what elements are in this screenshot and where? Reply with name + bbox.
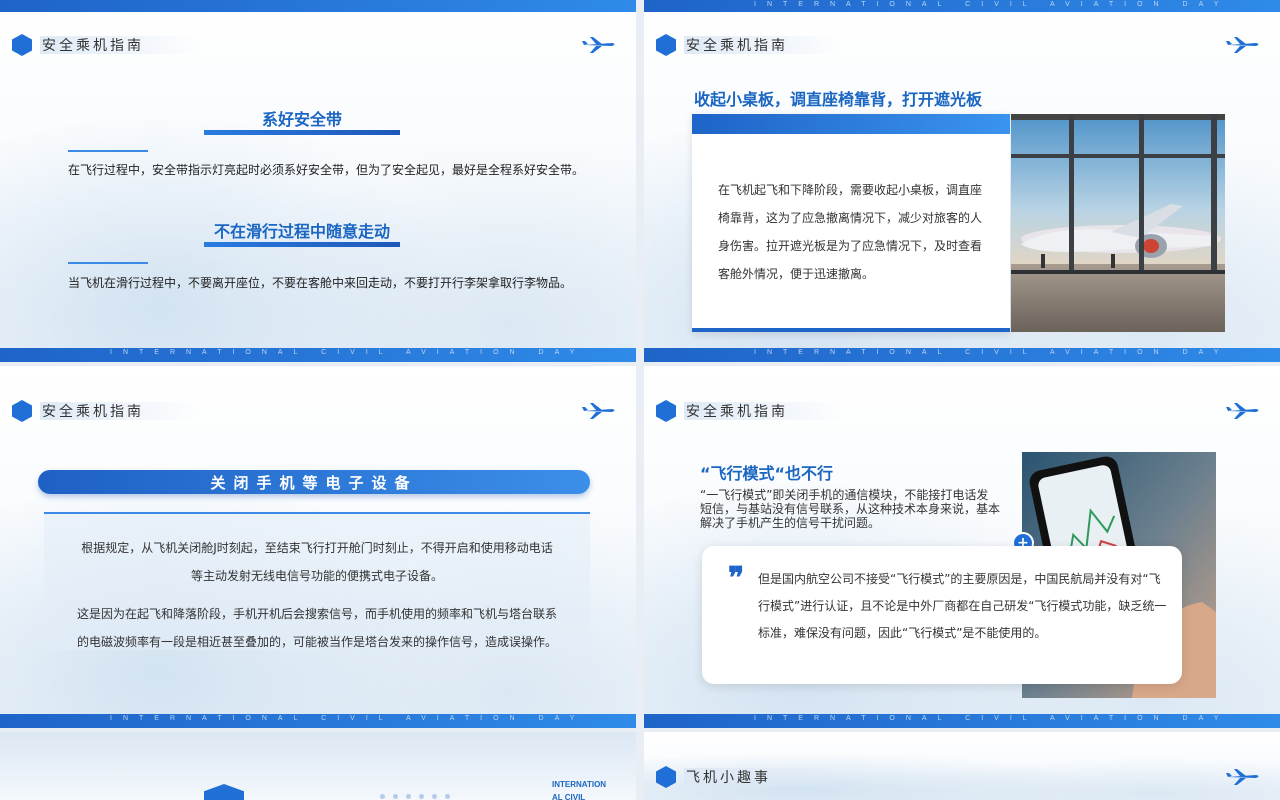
cover-corner-text: INTERNATION AL CIVIL <box>552 780 607 800</box>
airplane-icon <box>1226 37 1259 53</box>
airplane-icon <box>1226 769 1259 785</box>
para2-line2: 的电磁波频率有一段是相近甚至叠加的，可能被当作是塔台发来的操作信号，造成误操作。 <box>76 635 557 649</box>
airplane-icon <box>582 403 615 419</box>
no-walking-text: 当飞机在滑行过程中，不要离开座位，不要在客舱中来回走动，不要打开行李架拿取行李物… <box>68 276 573 290</box>
section-title: 安全乘机指南 <box>42 404 144 420</box>
slide-seatbelt[interactable]: 安全乘机指南 系好安全带 在飞行过程中，安全带指示灯亮起时必须系好安全带，但为了… <box>0 0 636 362</box>
slide-electronics[interactable]: 安全乘机指南 关闭手机等电子设备 根据规定，从飞机关闭舱J时刻起，至结束飞行打开… <box>0 366 636 728</box>
heading-underline <box>204 130 400 135</box>
hexagon-icon <box>12 400 32 422</box>
hexagon-icon <box>656 34 676 56</box>
quote-icon: ❞ <box>728 561 745 596</box>
airplane-icon <box>1226 403 1259 419</box>
para1-line2: 等主动发射无线电信号功能的便携式电子设备。 <box>190 569 443 583</box>
accent-line <box>68 150 148 152</box>
heading-pill: 关闭手机等电子设备 <box>38 470 590 494</box>
tray-table-text: 在飞机起飞和下降阶段，需要收起小桌板，调直座椅靠背，这为了应急撤离情况下，减少对… <box>718 183 983 281</box>
section-title: 安全乘机指南 <box>42 38 144 54</box>
slide-header: 飞机小趣事 <box>656 766 771 788</box>
bottom-banner: INTERNATIONAL CIVIL AVIATION DAY <box>644 348 1280 362</box>
card-stripe <box>692 114 1010 134</box>
hexagon-icon <box>656 766 676 788</box>
bottom-banner: INTERNATIONAL CIVIL AVIATION DAY <box>644 714 1280 728</box>
heading-no-walking: 不在滑行过程中随意走动 <box>213 222 390 241</box>
section-title: 安全乘机指南 <box>686 404 788 420</box>
airport-window-photo <box>1011 114 1225 332</box>
bottom-banner: INTERNATIONAL CIVIL AVIATION DAY <box>0 714 636 728</box>
slide-header: 安全乘机指南 <box>12 400 144 422</box>
hexagon-icon <box>656 400 676 422</box>
pagination-dots <box>380 794 450 799</box>
airplane-icon <box>582 37 615 53</box>
heading-seatbelt: 系好安全带 <box>261 110 342 129</box>
accent-line <box>68 262 148 264</box>
heading-underline <box>204 242 400 247</box>
quote-card: ❞ 但是国内航空公司不接受“飞行模式”的主要原因是，中国民航局并没有对“飞行模式… <box>702 546 1182 684</box>
section-title: 飞机小趣事 <box>686 770 771 786</box>
top-banner: INTERNATIONAL CIVIL AVIATION DAY <box>644 0 1280 12</box>
heading-flight-mode: “飞行模式“也不行 <box>700 464 834 483</box>
text-card: 在飞机起飞和下降阶段，需要收起小桌板，调直座椅靠背，这为了应急撤离情况下，减少对… <box>692 114 1010 332</box>
heading-tray-table: 收起小桌板，调直座椅靠背，打开遮光板 <box>694 90 983 109</box>
slide-header: 安全乘机指南 <box>12 34 144 56</box>
slide-tray-table[interactable]: INTERNATIONAL CIVIL AVIATION DAY 安全乘机指南 … <box>644 0 1280 362</box>
para1-line1: 根据规定，从飞机关闭舱J时刻起，至结束飞行打开舱门时刻止，不得开启和使用移动电话 <box>81 541 553 555</box>
seatbelt-text: 在飞行过程中，安全带指示灯亮起时必须系好安全带，但为了安全起见，最好是全程系好安… <box>68 163 585 177</box>
hexagon-icon <box>12 34 32 56</box>
flight-mode-subtext: “一飞行模式”即关闭手机的通信模块，不能接打电话发短信，与基站没有信号联系，从这… <box>700 488 1001 530</box>
electronics-text-box: 根据规定，从飞机关闭舱J时刻起，至结束飞行打开舱门时刻止，不得开启和使用移动电话… <box>44 512 590 650</box>
card-stripe <box>692 328 1010 332</box>
top-banner <box>0 0 636 12</box>
slide-airplane-trivia[interactable]: 飞机小趣事 <box>644 732 1280 800</box>
slide-header: 安全乘机指南 <box>656 400 788 422</box>
quote-text: 但是国内航空公司不接受“飞行模式”的主要原因是，中国民航局并没有对“飞行模式”进… <box>758 572 1167 640</box>
section-title: 安全乘机指南 <box>686 38 788 54</box>
para2-line1: 这是因为在起飞和降落阶段，手机开机后会搜索信号，而手机使用的频率和飞机与塔台联系 <box>76 607 557 621</box>
cover-background <box>0 732 636 800</box>
slide-partial-cover[interactable]: INTERNATION AL CIVIL <box>0 732 636 800</box>
slide-header: 安全乘机指南 <box>656 34 788 56</box>
slide-flight-mode[interactable]: 安全乘机指南 “飞行模式“也不行 “一飞行模式”即关闭手机的通信模块，不能接打电… <box>644 366 1280 728</box>
bottom-banner: INTERNATIONAL CIVIL AVIATION DAY <box>0 348 636 362</box>
